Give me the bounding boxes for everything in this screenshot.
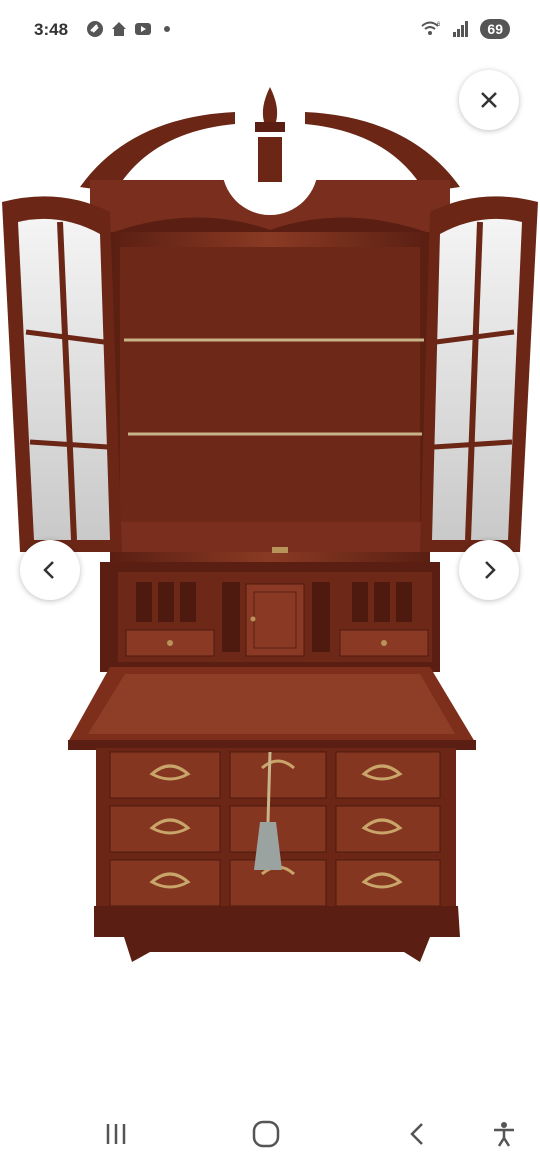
close-icon [481,92,497,108]
previous-image-button[interactable] [20,540,80,600]
chevron-left-icon [43,561,54,579]
recent-apps-icon [106,1124,126,1144]
back-icon [410,1123,423,1145]
recent-apps-button[interactable] [96,1114,136,1154]
battery-indicator: 69 [480,19,510,39]
chevron-right-icon [485,561,496,579]
furniture-photo [2,87,538,962]
accessibility-button[interactable] [484,1114,524,1154]
svg-text:6: 6 [437,22,441,28]
close-button[interactable] [459,70,519,130]
status-time: 3:48 [34,20,69,39]
status-notification-icons [86,20,170,38]
accessibility-icon [494,1122,514,1147]
home-button[interactable] [246,1114,286,1154]
notification-dot [164,26,170,32]
home-icon [112,22,126,36]
system-navigation-bar [0,1100,540,1170]
youtube-icon [135,23,151,35]
home-icon [252,1120,280,1148]
status-system-icons: 6 69 [420,19,510,39]
wifi-6-icon: 6 [421,21,441,35]
back-button[interactable] [398,1114,438,1154]
link-icon [87,21,103,37]
next-image-button[interactable] [459,540,519,600]
cellular-signal-icon [453,21,469,37]
status-bar: 3:48 6 69 [0,0,540,62]
